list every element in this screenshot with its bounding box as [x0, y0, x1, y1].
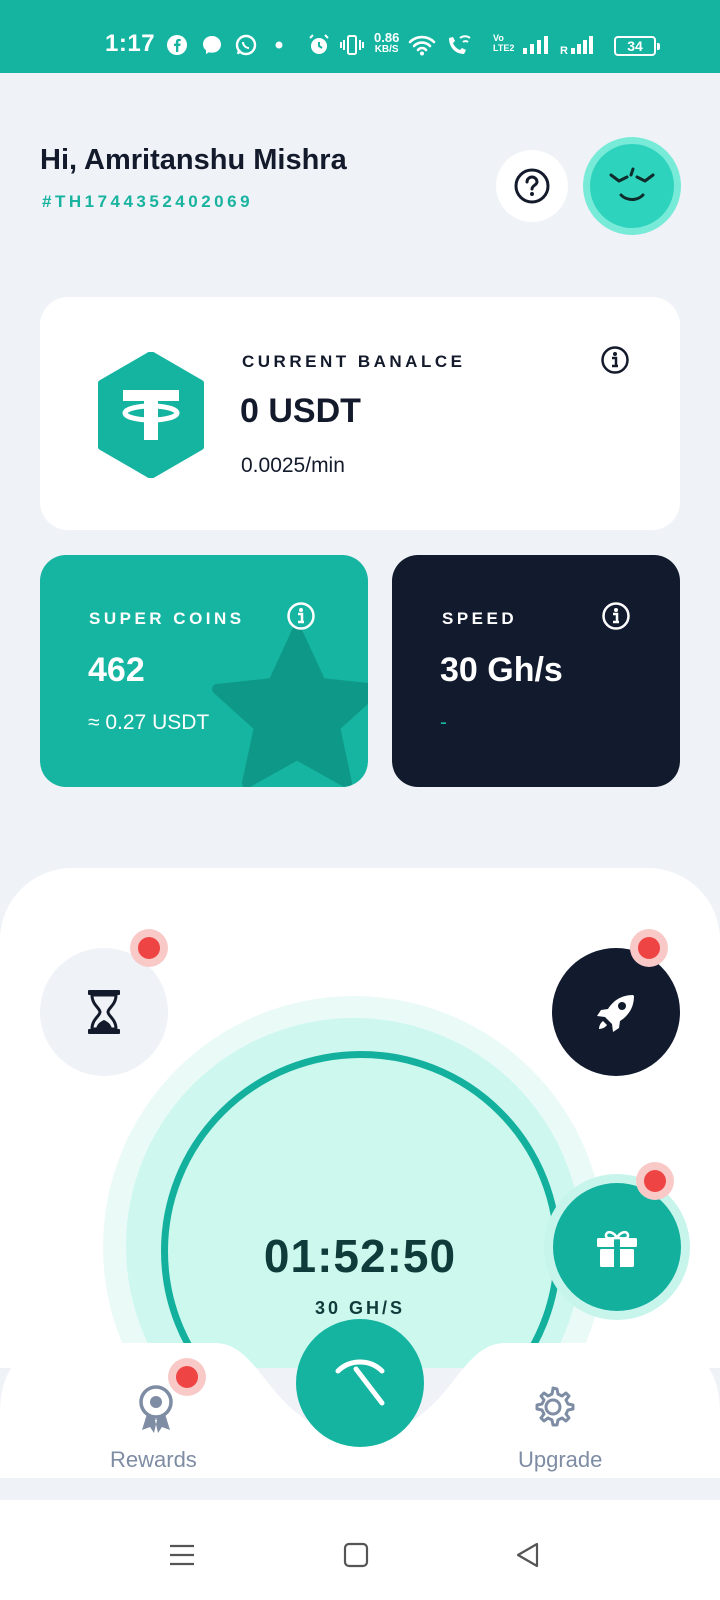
volte-indicator: Vo LTE2 — [493, 33, 514, 53]
upgrade-label[interactable]: Upgrade — [518, 1447, 602, 1473]
rocket-boost-button[interactable] — [552, 948, 680, 1076]
wifi-icon — [408, 34, 436, 56]
alarm-icon — [307, 34, 331, 56]
speed-card: SPEED 30 Gh/s - — [392, 555, 680, 787]
super-coins-usdt: ≈ 0.27 USDT — [88, 711, 210, 734]
volte-line-2: LTE2 — [493, 43, 515, 53]
balance-value: 0 USDT — [240, 392, 361, 430]
rewards-label[interactable]: Rewards — [110, 1447, 197, 1473]
speed-sub: - — [440, 711, 447, 734]
svg-text:R: R — [560, 45, 568, 55]
speed-info-icon[interactable] — [601, 601, 631, 631]
avatar[interactable] — [583, 137, 681, 235]
rocket-icon — [597, 995, 634, 1032]
mining-timer: 01:52:50 — [263, 1230, 457, 1282]
rewards-notification-dot — [168, 1358, 206, 1396]
pickaxe-icon — [335, 1359, 385, 1406]
signal-roaming-icon: R — [560, 34, 600, 56]
battery-icon: 34 — [614, 36, 660, 56]
wifi-call-icon — [446, 34, 476, 56]
smiling-face-icon — [609, 167, 655, 201]
network-speed-unit: KB/S — [374, 44, 399, 55]
status-bar: 1:17 0.86 KB/S Vo LTE2 R 34 — [0, 0, 720, 73]
speed-value: 30 Gh/s — [440, 651, 563, 689]
greeting-text: Hi, Amritanshu Mishra — [40, 144, 347, 176]
rocket-notification-dot — [630, 929, 668, 967]
gear-icon — [535, 1386, 575, 1427]
question-icon — [514, 168, 550, 204]
balance-card: CURRENT BANALCE 0 USDT 0.0025/min — [40, 297, 680, 530]
gift-button[interactable] — [553, 1183, 681, 1311]
network-speed-value: 0.86 — [374, 30, 400, 45]
super-coins-info-icon[interactable] — [286, 601, 316, 631]
home-square-icon[interactable] — [343, 1542, 369, 1568]
back-triangle-icon[interactable] — [515, 1542, 541, 1568]
gift-notification-dot — [636, 1162, 674, 1200]
mining-speed-label: 30 GH/S — [314, 1298, 406, 1318]
help-button[interactable] — [496, 150, 568, 222]
upgrade-nav-item[interactable] — [530, 1384, 590, 1434]
super-coins-value: 462 — [88, 651, 145, 689]
mining-rate: 0.0025/min — [241, 454, 345, 477]
gift-icon — [597, 1230, 637, 1267]
avatar-face — [590, 144, 674, 228]
status-time: 1:17 — [105, 30, 156, 57]
hourglass-icon — [88, 990, 120, 1034]
messenger-icon — [200, 34, 224, 56]
whatsapp-icon — [234, 34, 258, 56]
balance-label: CURRENT BANALCE — [242, 352, 466, 371]
award-badge-icon — [139, 1385, 173, 1433]
mining-panel: 01:52:50 30 GH/S — [0, 868, 720, 1368]
hourglass-notification-dot — [130, 929, 168, 967]
balance-info-icon[interactable] — [600, 345, 630, 375]
hourglass-button[interactable] — [40, 948, 168, 1076]
dot-icon — [274, 34, 284, 56]
super-coins-label: SUPER COINS — [89, 609, 245, 628]
signal-icon — [522, 34, 548, 56]
mine-button[interactable] — [296, 1319, 424, 1447]
volte-line-1: Vo — [493, 33, 504, 43]
network-speed: 0.86 KB/S — [374, 30, 400, 56]
vibrate-icon — [340, 34, 364, 56]
tether-usdt-icon — [98, 352, 204, 478]
user-id: #TH1744352402069 — [42, 192, 254, 211]
star-icon — [212, 626, 368, 787]
facebook-icon — [166, 34, 188, 56]
speed-label: SPEED — [442, 609, 518, 628]
menu-icon[interactable] — [169, 1542, 195, 1568]
super-coins-card: SUPER COINS 462 ≈ 0.27 USDT — [40, 555, 368, 787]
